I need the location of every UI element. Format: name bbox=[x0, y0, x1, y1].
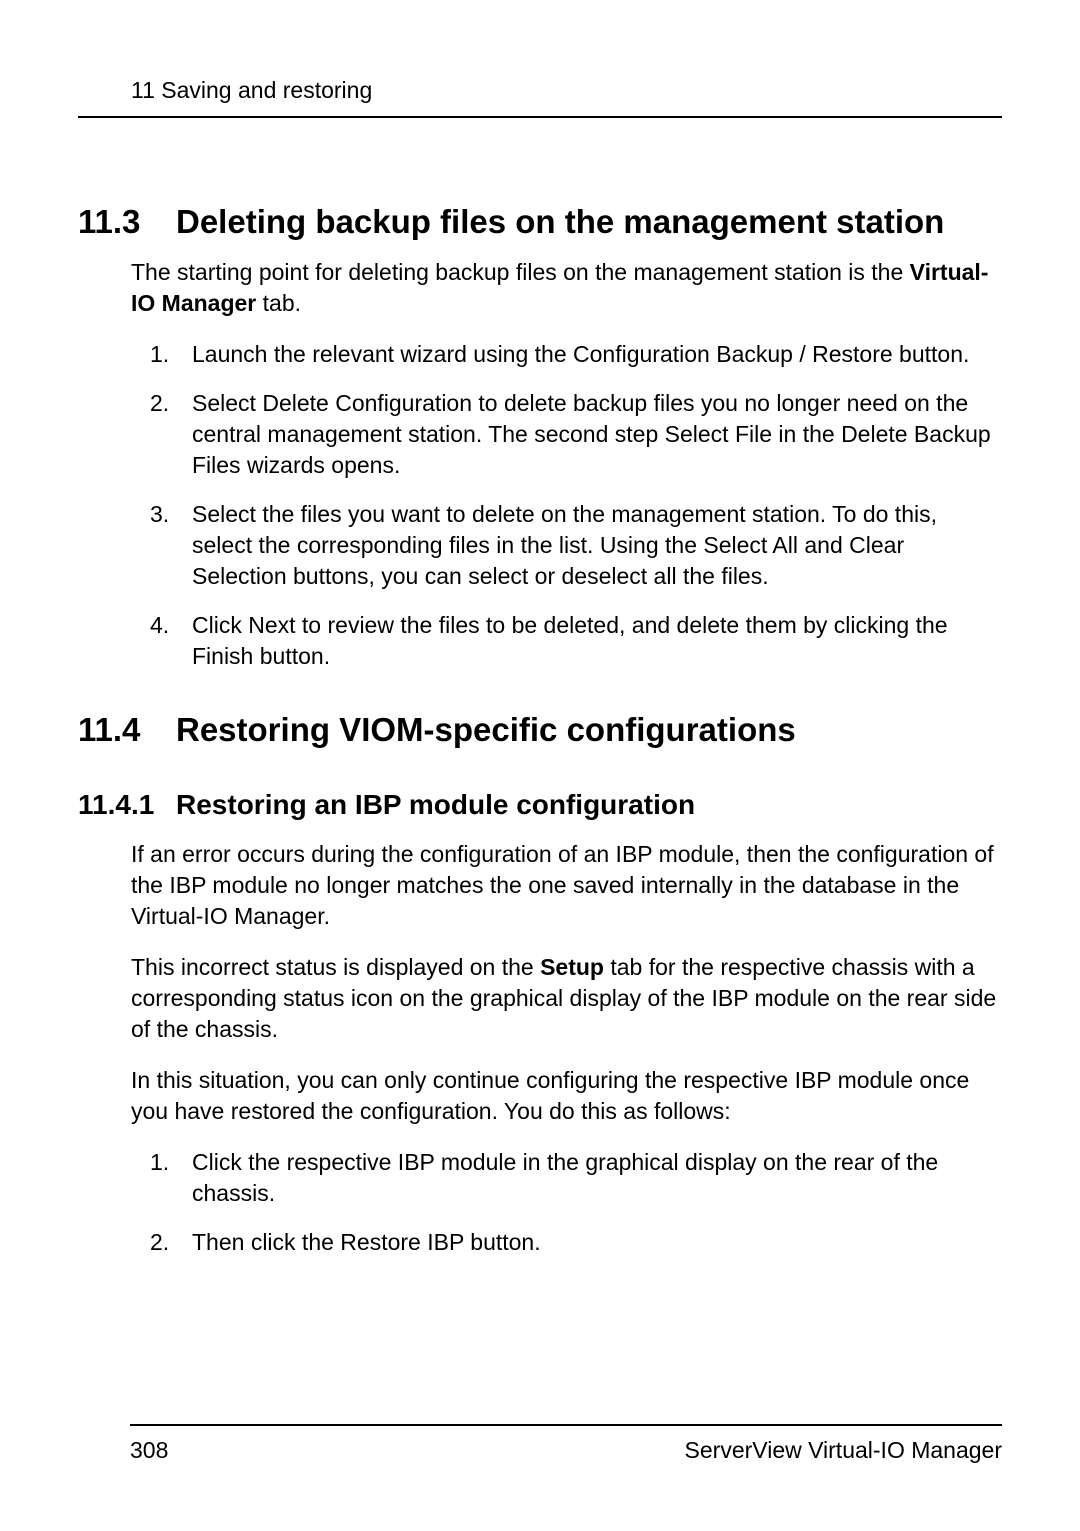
section-11-4-heading: 11.4 Restoring VIOM-specific configurati… bbox=[78, 711, 1002, 749]
bold-text: Select File bbox=[665, 421, 772, 447]
paragraph: In this situation, you can only continue… bbox=[131, 1065, 1002, 1127]
header-rule bbox=[78, 116, 1002, 118]
paragraph: If an error occurs during the configurat… bbox=[131, 839, 1002, 932]
steps-list-11-3: 1. Launch the relevant wizard using the … bbox=[150, 339, 1002, 672]
list-number: 1. bbox=[150, 1147, 192, 1209]
list-item: 4. Click Next to review the files to be … bbox=[150, 610, 1002, 672]
list-number: 2. bbox=[150, 1227, 192, 1258]
bold-text: Delete Configuration bbox=[262, 390, 472, 416]
text: Launch the relevant wizard using the bbox=[192, 341, 573, 367]
subsection-title: Restoring an IBP module configuration bbox=[176, 789, 695, 821]
bold-text: Select All bbox=[703, 532, 798, 558]
list-item: 2. Then click the Restore IBP button. bbox=[150, 1227, 1002, 1258]
subsection-number: 11.4.1 bbox=[78, 789, 176, 821]
text: button. bbox=[893, 341, 970, 367]
bold-text: Finish bbox=[192, 643, 253, 669]
bold-text: Next bbox=[248, 612, 295, 638]
steps-list-11-4-1: 1. Click the respective IBP module in th… bbox=[150, 1147, 1002, 1258]
text: to review the files to be deleted, and d… bbox=[296, 612, 948, 638]
page-number: 308 bbox=[130, 1437, 168, 1464]
text: button. bbox=[253, 643, 330, 669]
running-header: 11 Saving and restoring bbox=[131, 77, 1002, 104]
list-item: 3. Select the files you want to delete o… bbox=[150, 499, 1002, 592]
text: This incorrect status is displayed on th… bbox=[131, 954, 540, 980]
list-text: Click the respective IBP module in the g… bbox=[192, 1147, 1002, 1209]
list-text: Then click the Restore IBP button. bbox=[192, 1227, 1002, 1258]
document-title: ServerView Virtual-IO Manager bbox=[685, 1437, 1002, 1464]
list-number: 2. bbox=[150, 388, 192, 481]
text: Select bbox=[192, 390, 262, 416]
text: Click bbox=[192, 612, 248, 638]
text: tab. bbox=[256, 290, 301, 316]
text: wizards opens. bbox=[241, 452, 401, 478]
footer-rule bbox=[130, 1424, 1002, 1426]
page-footer: 308 ServerView Virtual-IO Manager bbox=[130, 1437, 1002, 1464]
list-text: Select Delete Configuration to delete ba… bbox=[192, 388, 1002, 481]
list-item: 1. Click the respective IBP module in th… bbox=[150, 1147, 1002, 1209]
paragraph: This incorrect status is displayed on th… bbox=[131, 952, 1002, 1045]
text: The starting point for deleting backup f… bbox=[131, 259, 910, 285]
list-number: 3. bbox=[150, 499, 192, 592]
list-number: 1. bbox=[150, 339, 192, 370]
list-text: Launch the relevant wizard using the Con… bbox=[192, 339, 1002, 370]
section-11-3-heading: 11.3 Deleting backup files on the manage… bbox=[78, 203, 1002, 241]
bold-text: Configuration Backup / Restore bbox=[573, 341, 893, 367]
list-number: 4. bbox=[150, 610, 192, 672]
page-container: 11 Saving and restoring 11.3 Deleting ba… bbox=[0, 0, 1080, 1356]
text: and bbox=[798, 532, 849, 558]
section-11-4-1-heading: 11.4.1 Restoring an IBP module configura… bbox=[78, 789, 1002, 821]
text: in the bbox=[772, 421, 841, 447]
section-title: Deleting backup files on the management … bbox=[176, 203, 1002, 241]
intro-paragraph: The starting point for deleting backup f… bbox=[131, 257, 1002, 319]
section-number: 11.3 bbox=[78, 203, 176, 241]
text: buttons, you can select or deselect all … bbox=[287, 563, 769, 589]
bold-text: Setup bbox=[540, 954, 604, 980]
list-item: 1. Launch the relevant wizard using the … bbox=[150, 339, 1002, 370]
text: Then click the bbox=[192, 1229, 340, 1255]
section-number: 11.4 bbox=[78, 711, 176, 749]
list-text: Click Next to review the files to be del… bbox=[192, 610, 1002, 672]
section-title: Restoring VIOM-specific configurations bbox=[176, 711, 1002, 749]
list-item: 2. Select Delete Configuration to delete… bbox=[150, 388, 1002, 481]
list-text: Select the files you want to delete on t… bbox=[192, 499, 1002, 592]
text: button. bbox=[464, 1229, 541, 1255]
bold-text: Restore IBP bbox=[340, 1229, 464, 1255]
